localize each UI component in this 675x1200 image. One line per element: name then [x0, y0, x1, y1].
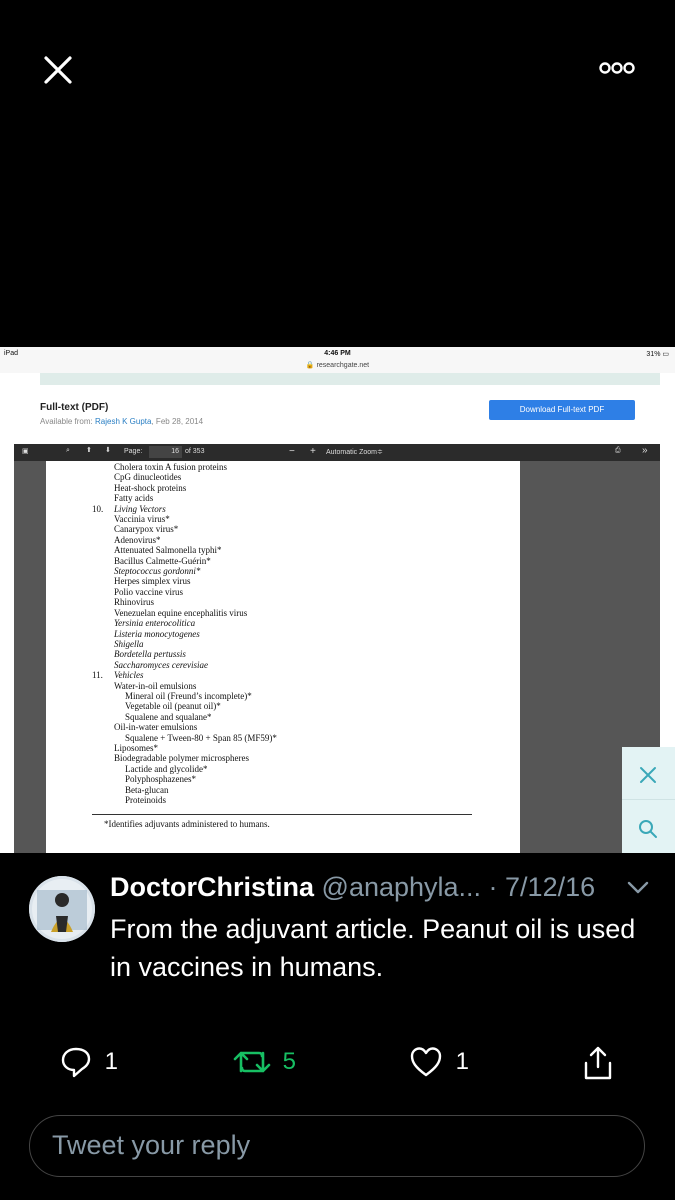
search-icon [639, 820, 657, 838]
zoom-select[interactable]: Automatic Zoom≑ [326, 448, 383, 456]
tweet-menu-button[interactable] [626, 879, 650, 897]
chevron-down-icon [627, 881, 649, 894]
adjuvant-list: Cholera toxin A fusion proteins CpG dinu… [46, 462, 520, 805]
next-page-icon[interactable]: ⬇ [105, 446, 111, 454]
divider [622, 799, 675, 800]
list-item: Rhinovirus [114, 597, 155, 608]
avatar[interactable] [29, 876, 95, 942]
list-item: Shigella [114, 638, 144, 649]
pdf-toolbar: ▣ ⌕ ⬆ ⬇ Page: 16 of 353 − + Automatic Zo… [14, 444, 660, 461]
list-item: Biodegradable polymer microspheres [114, 753, 249, 764]
author-name[interactable]: DoctorChristina [110, 872, 314, 902]
list-item: Polio vaccine virus [114, 586, 183, 597]
section-heading: Vehicles [114, 670, 144, 681]
list-item: Water-in-oil emulsions [114, 680, 197, 691]
list-item: Saccharomyces cerevisiae [114, 659, 209, 670]
list-item: Fatty acids [114, 493, 154, 504]
battery-label: 31% ▭ [646, 351, 669, 358]
page-total: of 353 [185, 448, 205, 455]
list-item: Cholera toxin A fusion proteins [114, 462, 227, 472]
tweet-header: DoctorChristina @anaphyla... · 7/12/16 [110, 872, 595, 903]
pdf-page: Cholera toxin A fusion proteins CpG dinu… [46, 461, 520, 853]
ipad-status-bar: iPad 4:46 PM 🔒 researchgate.net 31% ▭ [0, 347, 675, 373]
reply-button[interactable]: 1 [60, 1045, 118, 1081]
zoom-in-button[interactable]: + [310, 446, 316, 457]
list-item: Liposomes* [114, 742, 158, 753]
url-label: 🔒 researchgate.net [305, 362, 370, 369]
share-button[interactable] [582, 1045, 614, 1081]
clock: 4:46 PM [324, 350, 351, 357]
list-item: Steptococcus gordonni* [114, 566, 201, 577]
tweet-text: From the adjuvant article. Peanut oil is… [110, 914, 636, 982]
reply-input[interactable]: Tweet your reply [29, 1115, 645, 1177]
list-item: Mineral oil (Freund’s incomplete)* [125, 690, 252, 701]
list-item: Listeria monocytogenes [114, 628, 200, 639]
close-icon [640, 767, 656, 783]
heart-icon [410, 1047, 442, 1077]
previous-page-icon[interactable]: ⬆ [86, 446, 92, 454]
download-pdf-button[interactable]: Download Full-text PDF [489, 400, 635, 420]
more-icon [599, 62, 635, 74]
like-count: 1 [455, 1048, 470, 1075]
list-item: Vegetable oil (peanut oil)* [125, 701, 221, 712]
list-item: Herpes simplex virus [114, 576, 191, 587]
list-item: Bacillus Calmette-Guérin* [114, 555, 211, 566]
list-item: Vaccinia virus* [114, 514, 170, 525]
more-options-button[interactable] [598, 58, 638, 78]
panel-close-button[interactable] [636, 763, 660, 792]
avatar-image [29, 876, 95, 942]
page-number-input[interactable]: 16 [149, 446, 182, 458]
tweet-media-image[interactable]: iPad 4:46 PM 🔒 researchgate.net 31% ▭ Fu… [0, 347, 675, 853]
list-item: Beta-glucan [125, 784, 169, 795]
list-item: Canarypox virus* [114, 524, 179, 535]
list-item: Adenovirus* [114, 534, 161, 545]
share-icon [584, 1046, 612, 1080]
footnote: *Identifies adjuvants administered to hu… [104, 819, 270, 829]
retweet-count: 5 [282, 1048, 297, 1075]
floating-side-panel [622, 747, 675, 853]
author-link[interactable]: Rajesh K Gupta [95, 417, 151, 426]
zoom-out-button[interactable]: − [289, 446, 295, 457]
sidebar-toggle-icon[interactable]: ▣ [22, 447, 29, 455]
list-item: Squalene and squalane* [125, 711, 212, 722]
tools-button[interactable]: » [642, 445, 648, 456]
retweet-icon [233, 1051, 271, 1073]
section-number: 10. [92, 503, 104, 514]
list-item: Squalene + Tween-80 + Span 85 (MF59)* [125, 732, 277, 743]
list-item: CpG dinucleotides [114, 472, 182, 483]
footnote-rule [92, 814, 472, 815]
list-item: Polyphosphazenes* [125, 774, 196, 785]
page-label: Page: [124, 448, 143, 455]
section-heading: Living Vectors [114, 503, 166, 514]
search-icon[interactable]: ⌕ [66, 447, 70, 455]
list-item: Proteinoids [125, 795, 167, 805]
retweet-button[interactable]: 5 [232, 1045, 296, 1081]
reply-icon [61, 1047, 91, 1078]
like-button[interactable]: 1 [409, 1045, 469, 1081]
close-icon [44, 56, 72, 84]
close-button[interactable] [40, 52, 76, 88]
section-number: 11. [92, 670, 103, 681]
page-banner [40, 373, 660, 385]
list-item: Yersinia enterocolitica [114, 618, 196, 629]
list-item: Bordetella pertussis [114, 649, 186, 660]
list-item: Venezuelan equine encephalitis virus [114, 607, 248, 618]
handle-and-date: @anaphyla... · 7/12/16 [314, 872, 596, 902]
list-item: Lactide and glycolide* [125, 763, 208, 774]
print-icon[interactable]: ⎙ [615, 447, 621, 455]
availability-line: Available from: Rajesh K Gupta, Feb 28, … [40, 417, 204, 426]
reply-placeholder: Tweet your reply [52, 1130, 251, 1160]
pdf-viewer[interactable]: Cholera toxin A fusion proteins CpG dinu… [14, 461, 660, 853]
fulltext-heading: Full-text (PDF) [40, 402, 109, 413]
list-item: Attenuated Salmonella typhi* [114, 545, 222, 556]
list-item: Heat-shock proteins [114, 482, 187, 493]
list-item: Oil-in-water emulsions [114, 722, 198, 733]
panel-search-button[interactable] [636, 817, 660, 846]
reply-count: 1 [104, 1048, 119, 1075]
